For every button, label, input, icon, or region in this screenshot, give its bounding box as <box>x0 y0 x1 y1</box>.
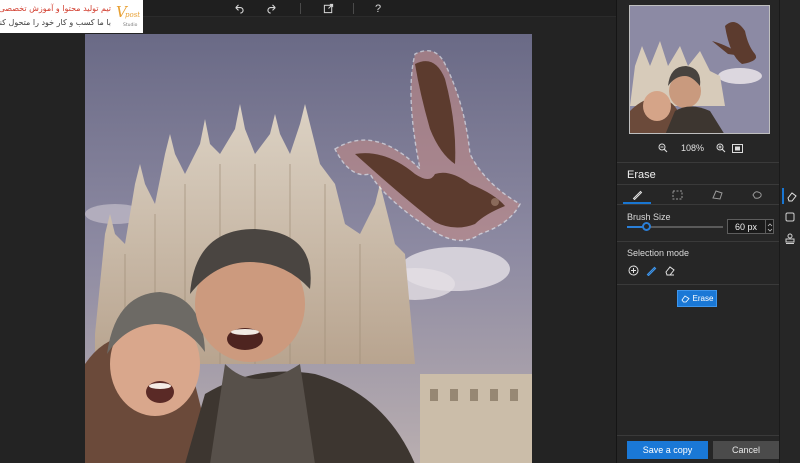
tool-strip <box>779 0 800 463</box>
watermark-logo: تیم تولید محتوا و آموزش تخصصی با ما کسب … <box>0 0 143 33</box>
selection-mode-controls <box>625 262 685 278</box>
canvas-area <box>0 17 616 463</box>
brush-tool-tab[interactable] <box>617 185 657 204</box>
svg-text:post: post <box>125 11 140 19</box>
svg-text:Studio: Studio <box>123 22 138 28</box>
toolbar-divider <box>300 3 301 14</box>
panel-divider <box>617 162 780 163</box>
zoom-controls: 108% <box>617 139 780 157</box>
erase-button[interactable]: Erase <box>677 290 717 307</box>
zoom-out-icon[interactable] <box>656 141 670 155</box>
zoom-level: 108% <box>681 143 705 153</box>
right-panel: 108% Erase Brush Size 60 px Selection mo… <box>616 0 780 463</box>
panel-divider <box>617 284 780 285</box>
brush-size-slider[interactable] <box>627 222 723 231</box>
brush-size-stepper[interactable] <box>766 219 774 234</box>
redo-icon[interactable] <box>262 0 282 17</box>
lasso-select-icon[interactable] <box>697 185 737 204</box>
save-copy-button[interactable]: Save a copy <box>627 441 708 459</box>
eraser-selection-icon[interactable] <box>661 262 677 278</box>
brush-size-input[interactable]: 60 px <box>727 219 766 234</box>
selection-mode-label: Selection mode <box>627 248 690 258</box>
freeform-select-icon[interactable] <box>737 185 777 204</box>
panel-divider <box>617 435 780 436</box>
panel-divider <box>617 204 780 205</box>
brush-selection-icon[interactable] <box>643 262 659 278</box>
cancel-button[interactable]: Cancel <box>713 441 779 459</box>
brush-size-slider-thumb[interactable] <box>642 222 652 231</box>
eraser-tool-icon[interactable] <box>782 188 798 204</box>
undo-icon[interactable] <box>228 0 248 17</box>
panel-section-title: Erase <box>627 169 656 181</box>
photo-thumbnail[interactable] <box>629 5 770 134</box>
stamp-tool-icon[interactable] <box>782 230 798 246</box>
help-button[interactable]: ? <box>368 0 388 17</box>
watermark-line1: تیم تولید محتوا و آموزش تخصصی <box>0 4 111 13</box>
brush-size-label: Brush Size <box>627 212 671 222</box>
fit-to-screen-icon[interactable] <box>730 141 744 155</box>
add-selection-icon[interactable] <box>625 262 641 278</box>
erase-tool-tabs <box>617 185 780 204</box>
erase-icon <box>681 294 690 302</box>
share-icon[interactable] <box>318 0 338 17</box>
watermark-line2: با ما کسب و کار خود را متحول کنید <box>0 18 111 27</box>
edited-photo[interactable] <box>85 34 532 463</box>
shape-tool-icon[interactable] <box>782 209 798 225</box>
rectangle-select-icon[interactable] <box>657 185 697 204</box>
brand-mark-icon: V post Studio <box>116 3 140 28</box>
zoom-in-icon[interactable] <box>714 141 728 155</box>
erase-button-label: Erase <box>692 294 714 303</box>
panel-divider <box>617 241 780 242</box>
toolbar-divider <box>353 3 354 14</box>
